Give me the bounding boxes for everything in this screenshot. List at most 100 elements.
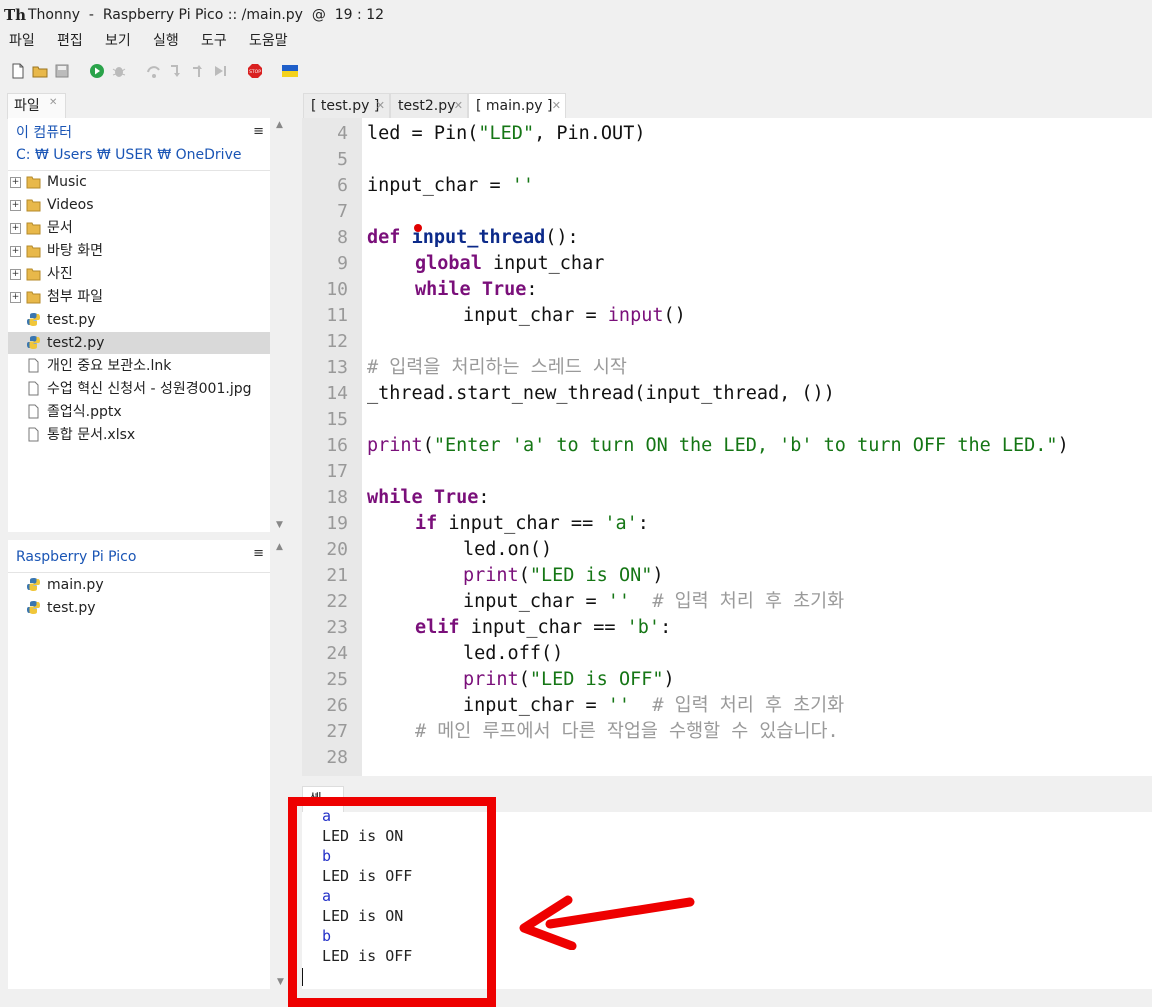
editor-tab-strip: [ test.py ] ✕ test2.py ✕ [ main.py ] ✕	[302, 90, 1152, 118]
line-number: 18	[326, 487, 348, 508]
hamburger-menu-icon[interactable]: ≡	[253, 124, 264, 139]
close-icon[interactable]: ✕	[552, 94, 561, 118]
line-number-gutter[interactable]: 4 5 6 7 8 9 10 11 12 13 14 15 16 17 18 1…	[302, 118, 362, 776]
line-number: 21	[326, 565, 348, 586]
folder-icon	[26, 268, 41, 281]
line-number: 6	[337, 175, 348, 196]
stop-icon[interactable]: STOP	[247, 63, 263, 79]
menu-view[interactable]: 보기	[105, 32, 131, 50]
step-over-icon[interactable]	[146, 63, 162, 79]
list-item[interactable]: 졸업식.pptx	[8, 401, 270, 423]
line-number: 14	[326, 383, 348, 404]
ukraine-flag-icon[interactable]	[282, 63, 298, 79]
folder-icon	[26, 199, 41, 212]
hamburger-menu-icon[interactable]: ≡	[253, 546, 264, 561]
menu-run[interactable]: 실행	[153, 32, 179, 50]
window-title: Thonny - Raspberry Pi Pico :: /main.py @…	[28, 7, 385, 23]
expand-icon[interactable]: +	[10, 177, 21, 188]
list-item[interactable]: test.py	[8, 597, 270, 619]
line-number: 9	[337, 253, 348, 274]
this-computer-pane: 이 컴퓨터 C: ₩ Users ₩ USER ₩ OneDrive ≡ + Mu…	[8, 118, 270, 532]
code-line: print("Enter 'a' to turn ON the LED, 'b'…	[367, 435, 1069, 456]
open-folder-icon[interactable]	[32, 63, 48, 79]
folder-icon	[26, 291, 41, 304]
list-item[interactable]: + Videos	[8, 194, 270, 216]
list-item[interactable]: + 첨부 파일	[8, 286, 270, 308]
title-bar: Th Thonny - Raspberry Pi Pico :: /main.p…	[0, 0, 1152, 30]
menu-bar: 파일 편집 보기 실행 도구 도움말	[0, 30, 1152, 52]
breakpoint-marker[interactable]	[414, 224, 422, 232]
expand-icon[interactable]: +	[10, 246, 21, 257]
line-number: 23	[326, 617, 348, 638]
python-file-icon	[27, 336, 40, 349]
run-icon[interactable]	[89, 63, 105, 79]
pico-title: Raspberry Pi Pico	[16, 549, 137, 565]
scrollbar[interactable]: ▲ ▼	[274, 118, 286, 532]
menu-edit[interactable]: 편집	[57, 32, 83, 50]
close-icon[interactable]: ✕	[376, 94, 385, 118]
line-number: 13	[326, 357, 348, 378]
scroll-down-icon[interactable]: ▼	[277, 977, 284, 987]
line-number: 5	[337, 149, 348, 170]
list-item[interactable]: 개인 중요 보관소.lnk	[8, 355, 270, 377]
code-line: while True:	[415, 279, 538, 300]
line-number: 17	[326, 461, 348, 482]
list-item[interactable]: + Music	[8, 171, 270, 193]
step-into-icon[interactable]	[168, 63, 184, 79]
scroll-up-icon[interactable]: ▲	[276, 542, 283, 552]
save-icon[interactable]	[54, 63, 70, 79]
scrollbar[interactable]: ▼	[275, 776, 287, 989]
this-computer-path[interactable]: C: ₩ Users ₩ USER ₩ OneDrive	[16, 145, 241, 165]
code-line: while True:	[367, 487, 490, 508]
code-line: elif input_char == 'b':	[415, 617, 672, 638]
this-computer-title: 이 컴퓨터	[16, 125, 72, 141]
scroll-up-icon[interactable]: ▲	[276, 120, 283, 130]
list-item[interactable]: 수업 혁신 신청서 - 성원경001.jpg	[8, 378, 270, 400]
python-file-icon	[27, 313, 40, 326]
tab-files[interactable]: 파일 ✕	[7, 93, 66, 119]
line-number: 24	[326, 643, 348, 664]
expand-icon[interactable]: +	[10, 292, 21, 303]
scrollbar[interactable]: ▲	[274, 540, 286, 776]
close-icon[interactable]: ✕	[49, 97, 57, 108]
expand-icon[interactable]: +	[10, 200, 21, 211]
line-number: 28	[326, 747, 348, 768]
line-number: 20	[326, 539, 348, 560]
code-line: print("LED is ON")	[463, 565, 664, 586]
list-item[interactable]: test.py	[8, 309, 270, 331]
list-item[interactable]: 통합 문서.xlsx	[8, 424, 270, 446]
thonny-logo-icon: Th	[4, 6, 27, 24]
debug-icon[interactable]	[111, 63, 127, 79]
code-line: def input_thread():	[367, 227, 579, 248]
new-file-icon[interactable]	[10, 63, 26, 79]
list-item[interactable]: + 사진	[8, 263, 270, 285]
code-editor[interactable]: led = Pin("LED", Pin.OUT) input_char = '…	[362, 118, 1152, 776]
code-line: input_char = '' # 입력 처리 후 초기화	[463, 591, 845, 612]
tab-main-py[interactable]: [ main.py ] ✕	[468, 93, 566, 118]
menu-help[interactable]: 도움말	[249, 32, 288, 50]
menu-tools[interactable]: 도구	[201, 32, 227, 50]
line-number: 22	[326, 591, 348, 612]
close-icon[interactable]: ✕	[454, 94, 463, 118]
tab-test2-py[interactable]: test2.py ✕	[390, 93, 468, 118]
code-line: led = Pin("LED", Pin.OUT)	[367, 123, 646, 144]
menu-file[interactable]: 파일	[9, 32, 35, 50]
python-file-icon	[27, 578, 40, 591]
expand-icon[interactable]: +	[10, 223, 21, 234]
list-item[interactable]: test2.py	[8, 332, 270, 354]
folder-icon	[26, 222, 41, 235]
list-item[interactable]: + 바탕 화면	[8, 240, 270, 262]
code-line: _thread.start_new_thread(input_thread, (…	[367, 383, 835, 404]
scroll-down-icon[interactable]: ▼	[276, 520, 283, 530]
svg-text:STOP: STOP	[249, 69, 261, 75]
list-item[interactable]: main.py	[8, 574, 270, 596]
line-number: 8	[337, 227, 348, 248]
line-number: 10	[326, 279, 348, 300]
resume-icon[interactable]	[212, 63, 228, 79]
tab-test-py[interactable]: [ test.py ] ✕	[303, 93, 390, 118]
step-out-icon[interactable]	[190, 63, 206, 79]
expand-icon[interactable]: +	[10, 269, 21, 280]
list-item[interactable]: + 문서	[8, 217, 270, 239]
line-number: 16	[326, 435, 348, 456]
code-line: if input_char == 'a':	[415, 513, 649, 534]
